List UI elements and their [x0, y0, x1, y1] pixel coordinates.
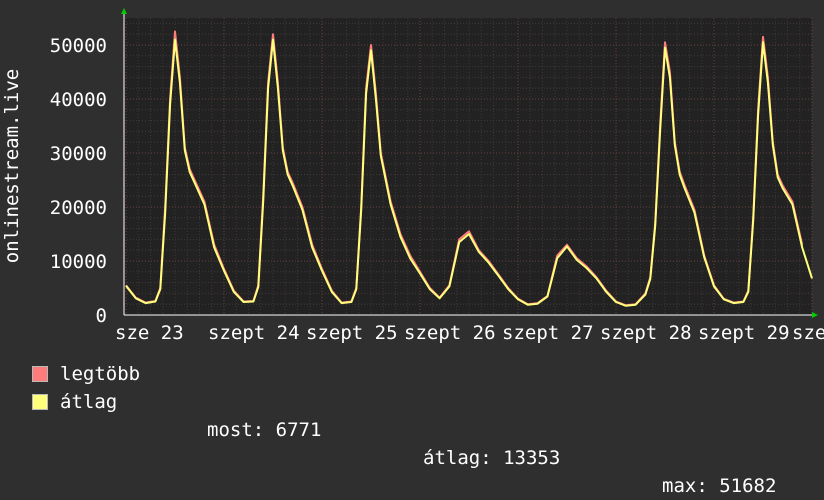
x-tick-label: szept 25	[306, 322, 398, 344]
x-tick-label: szept 29	[698, 322, 790, 344]
stat-current: most: 6771	[207, 416, 321, 444]
legend-label-max: legtöbb	[60, 363, 141, 385]
x-tick-label: szept 28	[600, 322, 692, 344]
y-tick-label: 0	[96, 305, 107, 327]
x-tick-label: szept 24	[208, 322, 300, 344]
y-tick-label: 30000	[50, 143, 107, 165]
x-tick-label: szept 27	[502, 322, 594, 344]
y-tick-label: 50000	[50, 35, 107, 57]
y-axis-label: onlinestream.live	[1, 69, 23, 263]
y-tick-label: 20000	[50, 197, 107, 219]
stats-row: most: 6771 átlag: 13353 max: 51682	[0, 388, 824, 497]
x-tick-label: sze 23	[115, 322, 184, 344]
stat-current-label: most:	[207, 419, 265, 441]
x-tick-label: szept 26	[404, 322, 496, 344]
y-tick-label: 40000	[50, 89, 107, 111]
legend-swatch-max	[32, 366, 48, 382]
stat-average-label: átlag:	[423, 447, 492, 469]
stat-average: átlag: 13353	[423, 444, 560, 472]
stat-max: max: 51682	[662, 472, 776, 500]
stat-current-value: 6771	[275, 419, 322, 441]
x-tick-label: szept	[792, 322, 824, 344]
stat-average-value: 13353	[503, 447, 561, 469]
stat-max-label: max:	[662, 475, 708, 497]
legend-item-max: legtöbb	[32, 360, 140, 388]
stat-max-value: 51682	[719, 475, 777, 497]
y-tick-label: 10000	[50, 251, 107, 273]
